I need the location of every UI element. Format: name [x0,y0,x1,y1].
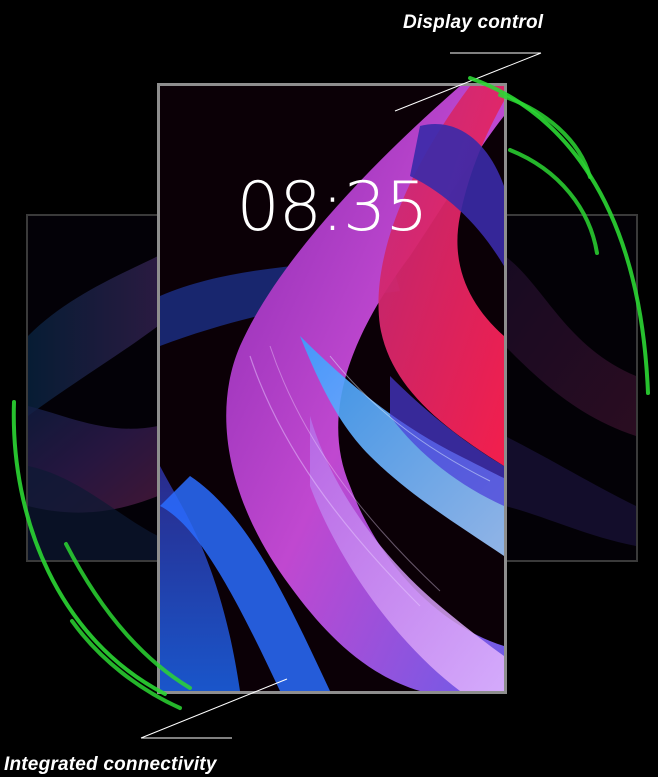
display-control-label: Display control [403,12,544,33]
clock-time: 08:35 [236,168,429,247]
left-panel-dim-overlay [28,216,158,560]
main-display-panel: 08:35 [157,83,507,694]
left-display-panel [26,214,160,562]
green-arc-right-mid [498,93,592,179]
integrated-connectivity-label: Integrated connectivity [4,754,217,775]
right-panel-dim-overlay [505,216,636,560]
right-display-panel [503,214,638,562]
